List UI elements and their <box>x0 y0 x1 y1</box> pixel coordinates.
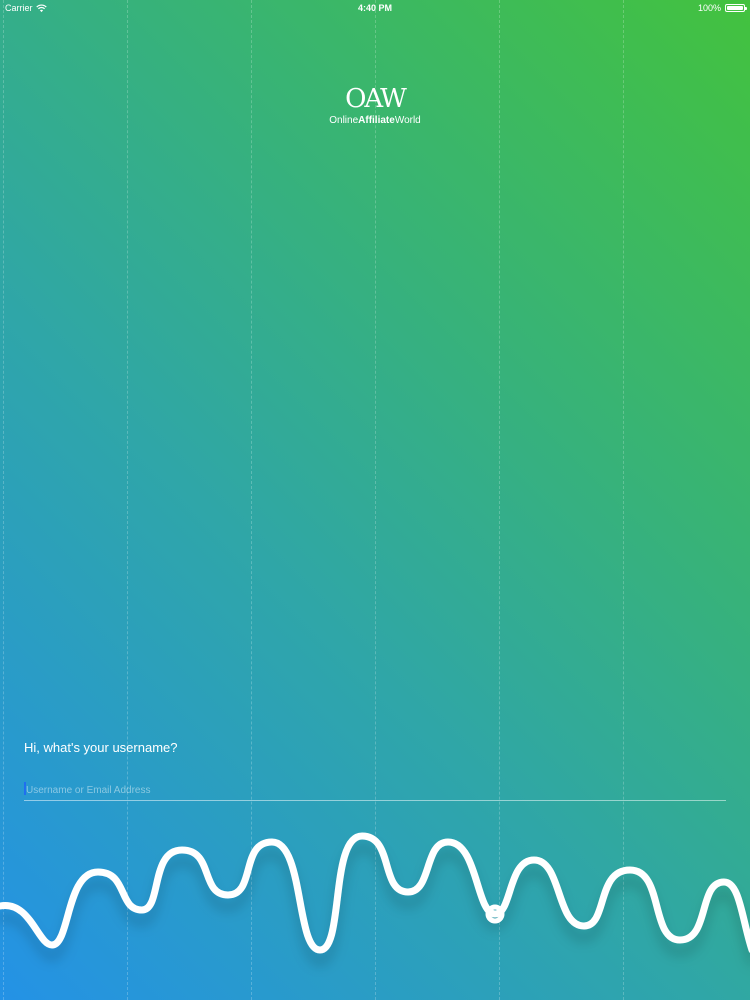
battery-percentage: 100% <box>697 3 721 13</box>
battery-fill <box>727 6 743 10</box>
progress-wave <box>0 832 750 954</box>
status-right: 100% <box>697 0 747 16</box>
username-prompt: Hi, what's your username? <box>24 740 178 755</box>
app-logo: OAW OnlineAffiliateWorld <box>0 84 750 127</box>
logo-word-affiliate: Affiliate <box>358 115 395 126</box>
logo-word-world: World <box>394 115 421 126</box>
logo-word-online: Online <box>329 115 359 126</box>
battery-icon <box>725 4 747 12</box>
logo-wordmark: OnlineAffiliateWorld <box>0 115 750 127</box>
status-time: 4:40 PM <box>357 3 392 13</box>
logo-mark: OAW <box>345 84 407 114</box>
username-field-container <box>24 780 728 801</box>
status-bar: Carrier 4:40 PM 100% <box>0 0 750 16</box>
wave-path <box>0 832 750 954</box>
text-caret <box>24 782 26 795</box>
username-input[interactable] <box>24 781 728 800</box>
